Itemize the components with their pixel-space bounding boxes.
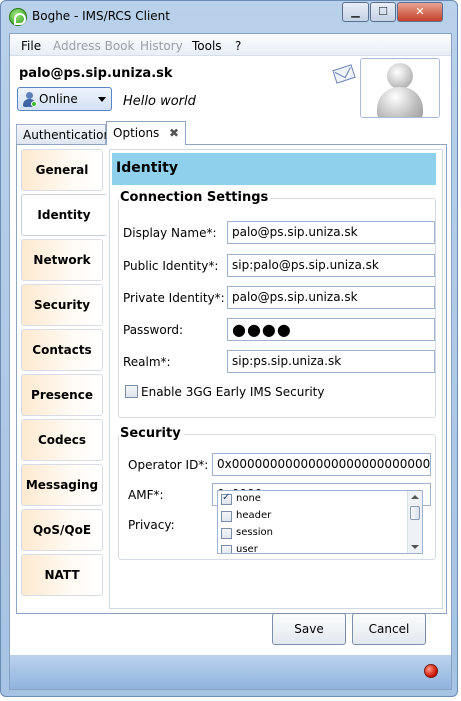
- minimize-button[interactable]: ▁: [342, 2, 369, 22]
- operator-id-label: Operator ID*:: [128, 458, 209, 472]
- private-identity-field[interactable]: palo@ps.sip.uniza.sk: [227, 286, 435, 309]
- menu-tools[interactable]: Tools: [192, 39, 222, 53]
- privacy-session-label: session: [236, 527, 274, 538]
- window-title: Boghe - IMS/RCS Client: [32, 9, 170, 23]
- menu-file[interactable]: File: [21, 39, 41, 53]
- avatar-head: [387, 63, 413, 89]
- connection-settings-group: Connection Settings Display Name*: palo@…: [118, 190, 436, 418]
- online-person-icon: [23, 92, 37, 107]
- scroll-thumb[interactable]: [410, 506, 420, 520]
- sidebar-item-network[interactable]: Network: [21, 239, 103, 281]
- public-identity-field[interactable]: sip:palo@ps.sip.uniza.sk: [227, 254, 435, 277]
- password-label: Password:: [123, 323, 184, 337]
- maximize-button[interactable]: ☐: [370, 2, 396, 22]
- page-title: Identity: [116, 160, 179, 176]
- title-bar[interactable]: Boghe - IMS/RCS Client ▁ ☐ ✕: [1, 1, 457, 33]
- privacy-label: Privacy:: [128, 518, 175, 532]
- tab-close-icon[interactable]: ✖: [169, 126, 179, 140]
- presence-status-value: Online: [39, 92, 78, 106]
- display-name-field[interactable]: palo@ps.sip.uniza.sk: [227, 221, 435, 244]
- tab-authentication[interactable]: Authentication: [16, 124, 111, 145]
- boghe-app-icon: [9, 8, 27, 26]
- privacy-user-label: user: [236, 544, 258, 554]
- envelope-icon[interactable]: [332, 64, 356, 84]
- tab-options[interactable]: Options ✖: [106, 121, 186, 145]
- sidebar-item-identity[interactable]: Identity: [21, 194, 107, 236]
- operator-id-field[interactable]: 0x00000000000000000000000000000000: [212, 453, 431, 476]
- privacy-scrollbar[interactable]: [407, 491, 422, 553]
- menu-address-book[interactable]: Address Book: [53, 39, 134, 53]
- scroll-up-icon[interactable]: [411, 495, 419, 499]
- identity-content: Identity Connection Settings Display Nam…: [109, 149, 443, 609]
- sidebar-item-codecs[interactable]: Codecs: [21, 419, 103, 461]
- sidebar-item-contacts[interactable]: Contacts: [21, 329, 103, 371]
- menu-history[interactable]: History: [140, 39, 183, 53]
- free-text-note[interactable]: Hello world: [123, 94, 196, 109]
- realm-field[interactable]: sip:ps.sip.uniza.sk: [227, 350, 435, 373]
- privacy-user-checkbox[interactable]: [221, 545, 232, 553]
- save-button[interactable]: Save: [272, 613, 346, 645]
- tab-options-label: Options: [113, 126, 160, 140]
- amf-label: AMF*:: [128, 488, 164, 502]
- avatar-body: [377, 87, 423, 117]
- privacy-header-checkbox[interactable]: [221, 511, 232, 522]
- password-field[interactable]: ●●●●: [227, 318, 435, 341]
- private-identity-label: Private Identity*:: [123, 291, 225, 305]
- tab-authentication-label: Authentication: [23, 128, 112, 142]
- privacy-header-label: header: [236, 510, 272, 521]
- status-bar: [10, 655, 451, 689]
- connection-settings-title: Connection Settings: [119, 190, 272, 205]
- client-area: File Address Book History Tools ? palo@p…: [9, 33, 452, 690]
- sidebar-item-messaging[interactable]: Messaging: [21, 464, 103, 506]
- early-ims-checkbox[interactable]: [125, 385, 138, 398]
- privacy-list[interactable]: none header session user: [217, 490, 423, 554]
- sidebar-item-general[interactable]: General: [21, 149, 103, 191]
- display-name-label: Display Name*:: [123, 226, 217, 240]
- security-title: Security: [119, 426, 184, 441]
- early-ims-label[interactable]: Enable 3GG Early IMS Security: [141, 385, 324, 399]
- sidebar-item-qos[interactable]: QoS/QoE: [21, 509, 103, 551]
- app-window: Boghe - IMS/RCS Client ▁ ☐ ✕ File Addres…: [0, 0, 458, 697]
- privacy-session-checkbox[interactable]: [221, 528, 232, 539]
- avatar[interactable]: [360, 58, 440, 118]
- privacy-none-checkbox[interactable]: [221, 492, 232, 505]
- realm-label: Realm*:: [123, 355, 171, 369]
- scroll-down-icon[interactable]: [411, 545, 419, 549]
- menu-bar: File Address Book History Tools ?: [10, 34, 451, 56]
- close-button[interactable]: ✕: [397, 2, 443, 22]
- sidebar-item-security[interactable]: Security: [21, 284, 103, 326]
- options-panel: General Identity Network Security Contac…: [16, 144, 447, 614]
- cancel-button[interactable]: Cancel: [352, 613, 426, 645]
- identity-header: Identity: [112, 153, 436, 185]
- user-account: palo@ps.sip.uniza.sk: [19, 66, 173, 81]
- menu-help[interactable]: ?: [235, 39, 241, 53]
- chevron-down-icon: [98, 97, 106, 102]
- sidebar-item-natt[interactable]: NATT: [21, 554, 103, 596]
- public-identity-label: Public Identity*:: [123, 259, 219, 273]
- sidebar-item-presence[interactable]: Presence: [21, 374, 103, 416]
- connection-status-light-icon: [424, 664, 438, 678]
- presence-status-dropdown[interactable]: Online: [17, 87, 112, 111]
- privacy-none-label: none: [236, 493, 261, 504]
